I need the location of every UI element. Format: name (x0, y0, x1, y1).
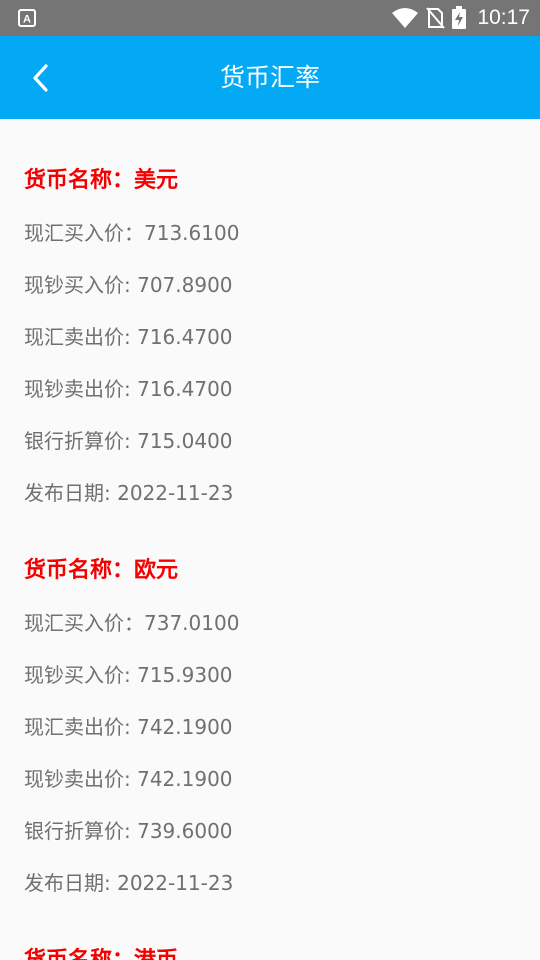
currency-name: 货币名称：欧元 (24, 558, 179, 583)
currency-list[interactable]: 货币名称：美元 现汇买入价：713.6100 现钞买入价: 707.8900 现… (0, 119, 540, 960)
item-spacer (0, 909, 540, 935)
page-title: 货币汇率 (219, 63, 320, 92)
currency-item: 货币名称：欧元 现汇买入价：737.0100 现钞买入价: 715.9300 现… (0, 545, 540, 909)
cash-sell-price: 现钞卖出价: 716.4700 (24, 377, 233, 401)
currency-item: 货币名称：美元 现汇买入价：713.6100 现钞买入价: 707.8900 现… (0, 155, 540, 519)
app-notification-icon: A (18, 9, 36, 27)
conversion-price: 银行折算价: 715.0400 (24, 429, 233, 453)
wifi-icon (392, 8, 419, 28)
currency-name: 货币名称：港币 (24, 935, 540, 960)
cash-buy-price: 现钞买入价: 715.9300 (24, 663, 233, 687)
svg-text:A: A (23, 14, 31, 26)
publish-date: 发布日期: 2022-11-23 (24, 871, 234, 895)
battery-charging-icon (452, 6, 467, 29)
spot-buy-price: 现汇买入价：737.0100 (24, 611, 240, 635)
publish-date: 发布日期: 2022-11-23 (24, 481, 234, 505)
conversion-price: 银行折算价: 739.6000 (24, 819, 233, 843)
currency-name: 货币名称：美元 (24, 168, 179, 193)
currency-item: 货币名称：港币 (0, 935, 540, 960)
status-bar: A 10:17 (0, 0, 540, 36)
no-sim-icon (426, 7, 446, 29)
item-spacer (0, 519, 540, 545)
cash-buy-price: 现钞买入价: 707.8900 (24, 273, 233, 297)
list-top-spacer (0, 119, 540, 155)
spot-buy-price: 现汇买入价：713.6100 (24, 221, 240, 245)
cash-sell-price: 现钞卖出价: 742.1900 (24, 767, 233, 791)
spot-sell-price: 现汇卖出价: 716.4700 (24, 325, 233, 349)
app-bar: 货币汇率 (0, 36, 540, 119)
status-time: 10:17 (477, 6, 530, 29)
spot-sell-price: 现汇卖出价: 742.1900 (24, 715, 233, 739)
